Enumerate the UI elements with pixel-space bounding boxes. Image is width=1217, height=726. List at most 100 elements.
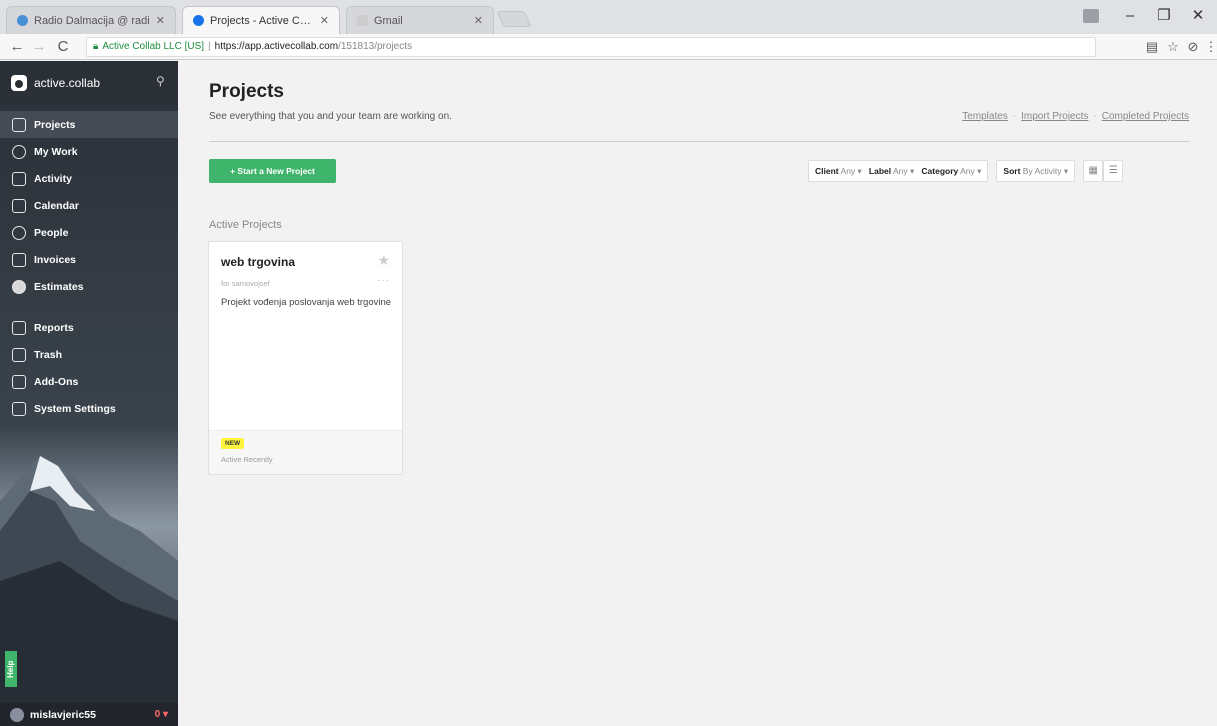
label-filter[interactable]: Label Any ▾ [869,166,914,176]
invoices-icon [12,252,26,267]
project-status: Active Recently [221,455,273,464]
page-links: Templates · Import Projects · Completed Proj… [962,111,1189,122]
sort-label: Sort [1003,166,1021,176]
maximize-button[interactable]: ❐ [1146,4,1182,28]
lock-icon: 🔒︎ [93,41,99,52]
list-view-icon[interactable]: ☰ [1103,160,1124,182]
menu-icon[interactable]: ⋮ [1202,37,1217,57]
reload-icon[interactable]: C [54,37,72,57]
sidebar-item-trash[interactable]: Trash [0,341,178,368]
browser-tab-projects[interactable]: Projects - Active Collab ✕ [182,6,340,34]
user-name: mislavjeric55 [30,708,96,721]
page-title: Projects [209,81,284,102]
sidebar-item-label: Reports [34,321,74,334]
sidebar-item-people[interactable]: People [0,219,178,246]
sidebar-item-estimates[interactable]: Estimates [0,273,178,300]
url-host: https://app.activecollab.com [214,41,339,52]
activecollab-logo-icon [11,75,27,91]
more-options-icon[interactable]: ··· [377,275,390,286]
close-icon[interactable]: ✕ [156,14,165,27]
import-projects-link[interactable]: Import Projects [1021,111,1088,122]
new-badge: NEW [221,438,245,449]
brand[interactable]: active.collab [11,75,100,91]
address-bar[interactable]: 🔒︎ Active Collab LLC [US] | https://app.act… [86,37,1096,57]
back-icon[interactable]: ← [8,37,26,57]
project-client: for samovojsef [221,279,270,288]
url-separator: | [208,41,211,52]
project-name[interactable]: web trgovina [221,255,295,269]
projects-icon [12,117,26,132]
grid-view-icon[interactable]: ▦ [1083,160,1104,182]
filter-bar: Client Any ▾ Label Any ▾ Category Any ▾ … [808,160,1124,182]
close-window-button[interactable]: ✕ [1180,4,1216,28]
client-filter[interactable]: Client Any ▾ [815,166,862,176]
system-settings-icon [12,401,26,416]
my-work-icon [12,144,26,159]
link-separator: · [1012,111,1017,122]
filter-label: Category [921,166,959,176]
close-icon[interactable]: ✕ [474,14,483,27]
browser-toolbar: ← → C 🔒︎ Active Collab LLC [US] | https://a… [0,34,1217,60]
sidebar-item-projects[interactable]: Projects [0,111,178,138]
start-new-project-button[interactable]: + Start a New Project [209,159,336,183]
nav-divider [0,300,178,314]
tab-title: Projects - Active Collab [210,14,314,27]
sidebar-nav: Projects My Work Activity Calendar Peopl… [0,111,178,422]
filter-label: Client [815,166,839,176]
new-tab-button[interactable] [496,11,532,27]
gmail-favicon-icon [357,15,368,26]
site-org: Active Collab LLC [US] [102,41,205,52]
sidebar-item-label: Invoices [34,253,77,266]
sidebar-item-invoices[interactable]: Invoices [0,246,178,273]
templates-link[interactable]: Templates [962,111,1008,122]
translate-icon[interactable]: ▤ [1143,37,1161,57]
header-divider [209,141,1189,142]
sidebar-item-label: My Work [34,145,78,158]
filter-value: Any ▾ [840,166,862,176]
main-content: Projects See everything that you and you… [178,61,1217,726]
brand-name: active.collab [34,76,101,90]
people-icon [12,225,26,240]
star-icon[interactable]: ★ [377,252,390,269]
sidebar-item-calendar[interactable]: Calendar [0,192,178,219]
category-filter[interactable]: Category Any ▾ [921,166,981,176]
sidebar-item-label: System Settings [34,402,116,415]
sidebar-item-my-work[interactable]: My Work [0,138,178,165]
section-heading: Active Projects [209,219,282,231]
estimates-icon [12,279,26,294]
browser-tab-gmail[interactable]: Gmail ✕ [346,6,494,34]
forward-icon[interactable]: → [30,37,48,57]
project-card[interactable]: web trgovina ★ for samovojsef ··· Projek… [208,241,403,475]
user-menu[interactable]: mislavjeric55 0 ▾ [0,703,178,726]
sidebar-item-activity[interactable]: Activity [0,165,178,192]
radio-favicon-icon [17,15,28,26]
url-path: /151813/projects [338,41,413,52]
filter-value: Any ▾ [893,166,915,176]
sidebar-item-label: People [34,226,69,239]
sort-dropdown[interactable]: Sort By Activity ▾ [996,160,1076,182]
browser-tab-strip: Radio Dalmacija @ radi ✕ Projects - Acti… [0,0,1217,34]
avatar [10,707,24,722]
search-icon[interactable]: ⚲ [156,74,165,88]
filters-group: Client Any ▾ Label Any ▾ Category Any ▾ [808,160,989,182]
sidebar-item-label: Calendar [34,199,79,212]
profile-icon[interactable] [1083,9,1099,23]
bookmark-star-icon[interactable]: ☆ [1164,37,1182,57]
sidebar-item-system-settings[interactable]: System Settings [0,395,178,422]
notification-badge[interactable]: 0 ▾ [155,709,168,720]
extension-icon[interactable]: ⊘ [1184,37,1202,57]
sidebar-item-label: Estimates [34,280,84,293]
completed-projects-link[interactable]: Completed Projects [1102,111,1189,122]
sidebar-item-add-ons[interactable]: Add-Ons [0,368,178,395]
sidebar-item-reports[interactable]: Reports [0,314,178,341]
help-tab[interactable]: Help [5,651,17,687]
link-separator: · [1093,111,1097,122]
browser-tab-radio[interactable]: Radio Dalmacija @ radi ✕ [6,6,176,34]
page-subtitle: See everything that you and your team ar… [209,111,452,122]
sidebar-item-label: Activity [34,172,72,185]
close-icon[interactable]: ✕ [320,14,329,27]
sidebar-item-label: Projects [34,118,76,131]
reports-icon [12,320,26,335]
minimize-button[interactable]: – [1112,4,1148,28]
filter-value: Any ▾ [960,166,982,176]
